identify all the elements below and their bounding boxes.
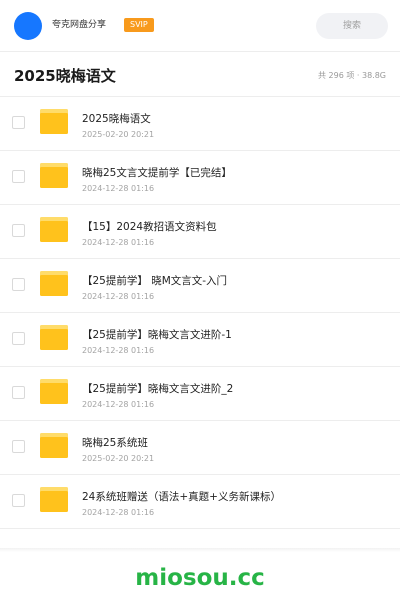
folder-title-bar: 2025晓梅语文 共 296 项 · 38.8G bbox=[0, 52, 400, 97]
folder-icon bbox=[40, 109, 68, 134]
list-item[interactable]: 2025晓梅语文 2025-02-20 20:21 bbox=[0, 97, 400, 151]
file-date: 2024-12-28 01:16 bbox=[82, 400, 155, 409]
watermark: miosou.cc bbox=[135, 565, 265, 591]
folder-icon bbox=[40, 271, 68, 296]
username[interactable]: 夸克网盘分享 bbox=[52, 18, 106, 32]
footer-divider bbox=[0, 548, 400, 552]
item-checkbox[interactable] bbox=[12, 386, 25, 399]
list-item[interactable]: 24系统班赠送（语法+真题+义务新课标） 2024-12-28 01:16 bbox=[0, 475, 400, 529]
avatar[interactable] bbox=[14, 12, 42, 40]
folder-summary: 共 296 项 · 38.8G bbox=[318, 71, 386, 80]
file-date: 2025-02-20 20:21 bbox=[82, 454, 155, 463]
file-name[interactable]: 2025晓梅语文 bbox=[82, 112, 151, 126]
list-item[interactable]: 晓梅25文言文提前学【已完结】 2024-12-28 01:16 bbox=[0, 151, 400, 205]
folder-icon bbox=[40, 325, 68, 350]
file-name[interactable]: 【25提前学】晓梅文言文进阶_2 bbox=[82, 382, 233, 396]
file-date: 2024-12-28 01:16 bbox=[82, 346, 155, 355]
item-checkbox[interactable] bbox=[12, 278, 25, 291]
file-date: 2024-12-28 01:16 bbox=[82, 292, 155, 301]
list-item[interactable]: 【25提前学】晓梅文言文进阶-1 2024-12-28 01:16 bbox=[0, 313, 400, 367]
folder-icon bbox=[40, 217, 68, 242]
svip-badge: SVIP bbox=[124, 18, 154, 32]
file-name[interactable]: 【15】2024教招语文资料包 bbox=[82, 220, 217, 234]
list-item[interactable]: 【25提前学】晓梅文言文进阶_2 2024-12-28 01:16 bbox=[0, 367, 400, 421]
search-input[interactable] bbox=[316, 13, 388, 39]
list-item[interactable]: 【25提前学】 晓M文言文-入门 2024-12-28 01:16 bbox=[0, 259, 400, 313]
file-name[interactable]: 24系统班赠送（语法+真题+义务新课标） bbox=[82, 490, 281, 504]
app-header: 夸克网盘分享 SVIP bbox=[0, 0, 400, 52]
folder-icon bbox=[40, 433, 68, 458]
file-name[interactable]: 【25提前学】 晓M文言文-入门 bbox=[82, 274, 227, 288]
item-checkbox[interactable] bbox=[12, 332, 25, 345]
file-list: 2025晓梅语文 2025-02-20 20:21 晓梅25文言文提前学【已完结… bbox=[0, 97, 400, 529]
item-checkbox[interactable] bbox=[12, 170, 25, 183]
folder-icon bbox=[40, 487, 68, 512]
item-checkbox[interactable] bbox=[12, 494, 25, 507]
folder-icon bbox=[40, 163, 68, 188]
list-item[interactable]: 晓梅25系统班 2025-02-20 20:21 bbox=[0, 421, 400, 475]
file-name[interactable]: 晓梅25文言文提前学【已完结】 bbox=[82, 166, 232, 180]
item-checkbox[interactable] bbox=[12, 116, 25, 129]
file-date: 2024-12-28 01:16 bbox=[82, 508, 155, 517]
list-item[interactable]: 【15】2024教招语文资料包 2024-12-28 01:16 bbox=[0, 205, 400, 259]
file-date: 2025-02-20 20:21 bbox=[82, 130, 155, 139]
folder-icon bbox=[40, 379, 68, 404]
file-name[interactable]: 晓梅25系统班 bbox=[82, 436, 148, 450]
page-title: 2025晓梅语文 bbox=[14, 67, 116, 85]
file-name[interactable]: 【25提前学】晓梅文言文进阶-1 bbox=[82, 328, 232, 342]
item-checkbox[interactable] bbox=[12, 224, 25, 237]
file-date: 2024-12-28 01:16 bbox=[82, 184, 155, 193]
item-checkbox[interactable] bbox=[12, 440, 25, 453]
file-date: 2024-12-28 01:16 bbox=[82, 238, 155, 247]
